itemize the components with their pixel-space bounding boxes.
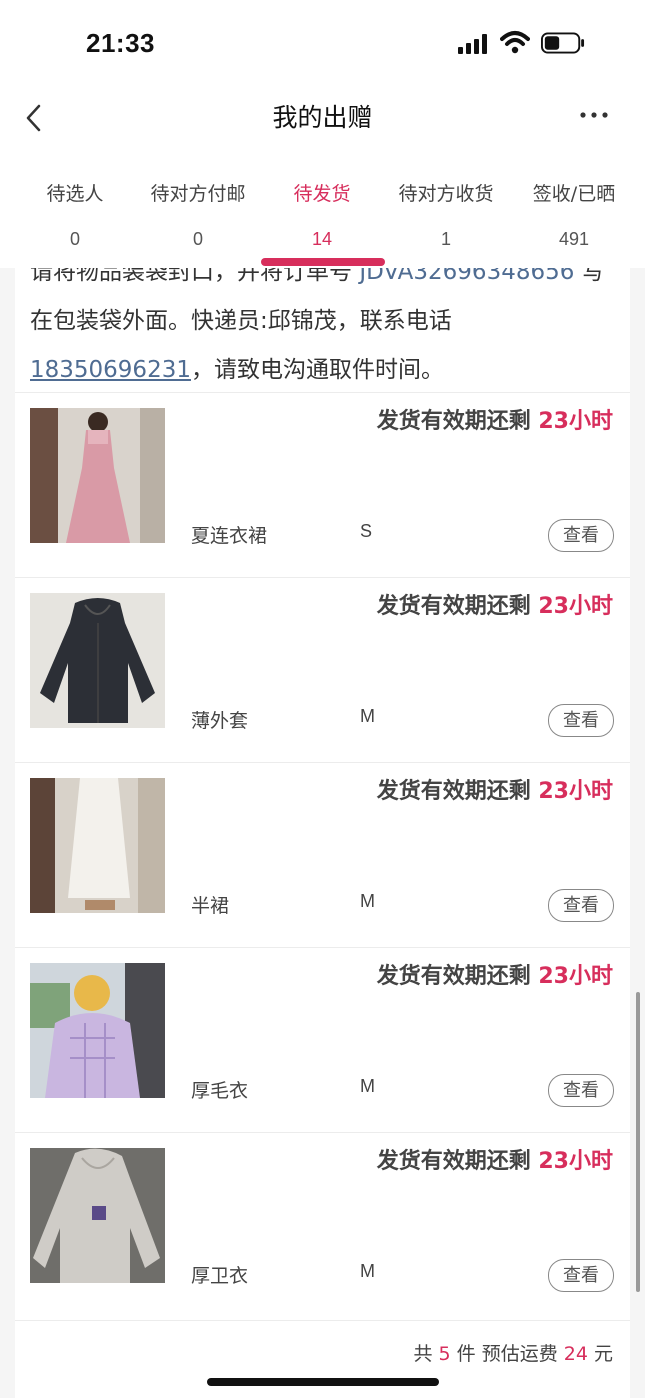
gift-item: 发货有效期还剩 23小时 夏连衣裙 S 查看 bbox=[15, 392, 630, 578]
gift-item: 发货有效期还剩 23小时 厚卫衣 M 查看 bbox=[15, 1132, 630, 1318]
view-button[interactable]: 查看 bbox=[548, 1074, 614, 1107]
item-count: 5 bbox=[438, 1343, 451, 1365]
tab-label: 待选人 bbox=[46, 183, 104, 205]
item-size: M bbox=[360, 1261, 375, 1281]
gift-item: 发货有效期还剩 23小时 薄外套 M 查看 bbox=[15, 577, 630, 763]
tab-signed-shared[interactable]: 签收/已晒 491 bbox=[519, 158, 629, 250]
status-time: 21:33 bbox=[86, 28, 155, 58]
deadline-label: 发货有效期还剩 bbox=[376, 409, 539, 434]
item-photo-hoodie[interactable] bbox=[30, 1148, 165, 1283]
tab-label: 签收/已晒 bbox=[532, 183, 616, 205]
tab-count: 14 bbox=[311, 229, 333, 249]
shipping-deadline: 发货有效期还剩 23小时 bbox=[377, 588, 613, 620]
deadline-label: 发货有效期还剩 bbox=[376, 1149, 539, 1174]
view-button[interactable]: 查看 bbox=[548, 1259, 614, 1292]
page-title: 我的出赠 bbox=[272, 103, 373, 132]
tab-pending-shipment[interactable]: 待发货 14 bbox=[272, 158, 372, 250]
item-size: M bbox=[360, 1076, 375, 1096]
notice-text: 请将物品装袋封口，并将订单号 bbox=[30, 268, 360, 285]
deadline-label: 发货有效期还剩 bbox=[376, 594, 539, 619]
item-name: 半裙 bbox=[191, 895, 230, 917]
item-name: 厚毛衣 bbox=[191, 1080, 249, 1102]
nav-bar: 我的出赠 bbox=[0, 88, 645, 158]
item-size: M bbox=[360, 706, 375, 726]
wifi-icon bbox=[500, 31, 530, 54]
notice-text: ，请致电沟通取件时间。 bbox=[190, 357, 444, 383]
deadline-hours: 23小时 bbox=[538, 964, 613, 989]
deadline-label: 发货有效期还剩 bbox=[376, 964, 539, 989]
scrollbar[interactable] bbox=[636, 992, 640, 1292]
item-photo-jacket[interactable] bbox=[30, 593, 165, 728]
shipping-notice: 请将物品装袋封口，并将订单号 JDVA32696348656 写在包装袋外面。快… bbox=[30, 268, 615, 395]
shipping-deadline: 发货有效期还剩 23小时 bbox=[377, 403, 613, 435]
shipment-card: 请将物品装袋封口，并将订单号 JDVA32696348656 写在包装袋外面。快… bbox=[15, 268, 630, 1398]
order-code[interactable]: JDVA32696348656 bbox=[359, 268, 574, 285]
tab-pending-receipt[interactable]: 待对方收货 1 bbox=[386, 158, 506, 250]
active-tab-indicator bbox=[261, 258, 385, 266]
deadline-hours: 23小时 bbox=[538, 1149, 613, 1174]
item-name: 厚卫衣 bbox=[191, 1265, 249, 1287]
signal-icon bbox=[458, 34, 490, 54]
shipping-deadline: 发货有效期还剩 23小时 bbox=[377, 773, 613, 805]
home-indicator[interactable] bbox=[207, 1378, 439, 1386]
summary-label: 共 bbox=[413, 1343, 439, 1365]
tab-count: 0 bbox=[69, 229, 80, 249]
status-tabs: 待选人 0 待对方付邮 0 待发货 14 待对方收货 1 签收/已晒 491 bbox=[0, 158, 645, 268]
tab-count: 1 bbox=[440, 229, 451, 249]
status-bar: 21:33 bbox=[0, 0, 645, 88]
shipping-fee: 24 bbox=[563, 1343, 588, 1365]
order-summary: 共 5 件 预估运费 24 元 bbox=[15, 1320, 630, 1381]
gift-item: 发货有效期还剩 23小时 半裙 M 查看 bbox=[15, 762, 630, 948]
view-button[interactable]: 查看 bbox=[548, 889, 614, 922]
view-button[interactable]: 查看 bbox=[548, 519, 614, 552]
item-photo-skirt[interactable] bbox=[30, 778, 165, 913]
deadline-hours: 23小时 bbox=[538, 594, 613, 619]
summary-label: 件 预估运费 bbox=[450, 1343, 564, 1365]
courier-phone-link[interactable]: 18350696231 bbox=[30, 357, 191, 383]
tab-label: 待对方收货 bbox=[398, 183, 494, 205]
view-button[interactable]: 查看 bbox=[548, 704, 614, 737]
item-photo-dress[interactable] bbox=[30, 408, 165, 543]
deadline-label: 发货有效期还剩 bbox=[376, 779, 539, 804]
tab-label: 待发货 bbox=[293, 183, 351, 205]
tab-count: 0 bbox=[192, 229, 203, 249]
summary-label: 元 bbox=[587, 1343, 613, 1365]
item-size: S bbox=[360, 521, 373, 541]
gift-item: 发货有效期还剩 23小时 厚毛衣 M 查看 bbox=[15, 947, 630, 1133]
item-photo-sweater[interactable] bbox=[30, 963, 165, 1098]
tab-count: 491 bbox=[558, 229, 590, 249]
deadline-hours: 23小时 bbox=[538, 409, 613, 434]
item-name: 夏连衣裙 bbox=[191, 525, 268, 547]
battery-icon bbox=[541, 32, 585, 54]
item-name: 薄外套 bbox=[191, 710, 249, 732]
more-options-icon[interactable] bbox=[578, 110, 612, 120]
deadline-hours: 23小时 bbox=[538, 779, 613, 804]
tab-label: 待对方付邮 bbox=[150, 183, 246, 205]
shipping-deadline: 发货有效期还剩 23小时 bbox=[377, 1143, 613, 1175]
summary-text: 共 5 件 预估运费 24 元 bbox=[414, 1339, 614, 1366]
shipping-deadline: 发货有效期还剩 23小时 bbox=[377, 958, 613, 990]
tab-pending-selection[interactable]: 待选人 0 bbox=[30, 158, 120, 250]
tab-pending-postage[interactable]: 待对方付邮 0 bbox=[138, 158, 258, 250]
item-size: M bbox=[360, 891, 375, 911]
